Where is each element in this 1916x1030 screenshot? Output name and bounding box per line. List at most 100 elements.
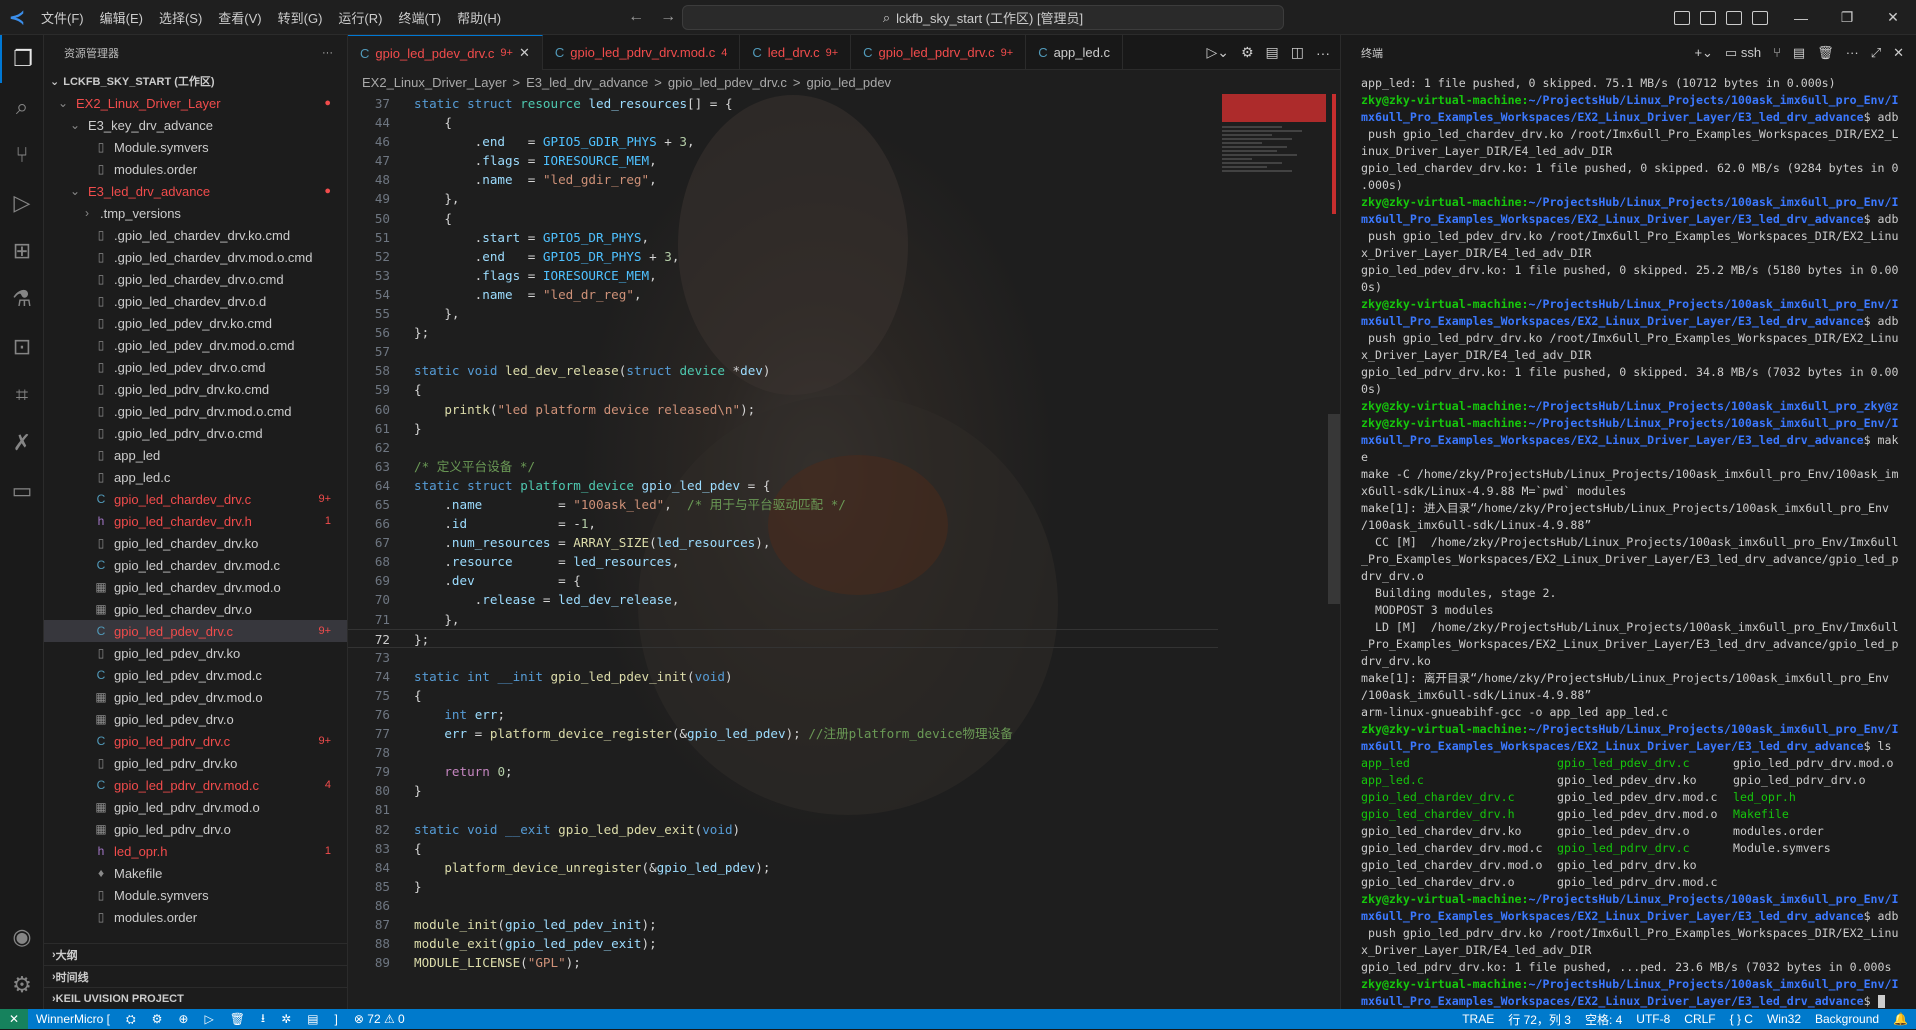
manage-gear-icon[interactable]: ⚙ (0, 961, 44, 1009)
tree-file[interactable]: ▦ gpio_led_chardev_drv.mod.o (44, 576, 347, 598)
clipboard-icon[interactable]: ▤ (307, 1012, 318, 1026)
menu-item[interactable]: 转到(G) (271, 4, 330, 31)
minimap[interactable] (1222, 94, 1326, 344)
editor-tab[interactable]: Cgpio_led_pdrv_drv.mod.c 4 (543, 35, 741, 70)
tree-file[interactable]: Cgpio_led_chardev_drv.mod.c (44, 554, 347, 576)
tree-file[interactable]: ▯ .gpio_led_pdev_drv.o.cmd (44, 356, 347, 378)
more-actions-icon[interactable]: ··· (322, 47, 333, 59)
tree-folder[interactable]: ⌄ EX2_Linux_Driver_Layer ● (44, 92, 347, 114)
account-icon[interactable]: ◉ (0, 913, 44, 961)
tree-folder[interactable]: ⌄ E3_led_drv_advance ● (44, 180, 347, 202)
build-icon[interactable]: ⛭ (126, 1012, 136, 1027)
breadcrumb-item[interactable]: gpio_led_pdev_drv.c (668, 75, 787, 90)
close-icon[interactable]: ✕ (1870, 9, 1916, 26)
tree-file[interactable]: ▯ Module.symvers (44, 136, 347, 158)
download-icon[interactable]: ⭳ (261, 1009, 265, 1030)
trash-icon[interactable]: 🗑 (1817, 45, 1834, 61)
tree-file[interactable]: ▦ gpio_led_pdev_drv.o (44, 708, 347, 730)
breadcrumb-item[interactable]: EX2_Linux_Driver_Layer (362, 75, 507, 90)
settings-gear-icon[interactable]: ⚙ (152, 1012, 163, 1026)
status-item[interactable]: UTF-8 (1636, 1012, 1670, 1026)
extensions-icon[interactable]: ⊞ (0, 227, 44, 275)
tree-file[interactable]: ▯ gpio_led_pdev_drv.ko (44, 642, 347, 664)
tree-folder[interactable]: ⌄ E3_key_drv_advance (44, 114, 347, 136)
menu-item[interactable]: 查看(V) (211, 4, 268, 31)
tree-file[interactable]: ▦ gpio_led_pdrv_drv.mod.o (44, 796, 347, 818)
toggle-sidebar-icon[interactable] (1700, 10, 1716, 25)
toggle-panel-icon[interactable] (1726, 10, 1742, 25)
tree-file[interactable]: ▯ modules.order (44, 158, 347, 180)
maximize-panel-icon[interactable]: ⤢ (1871, 45, 1881, 61)
editor-tab[interactable]: Cled_drv.c 9+ (740, 35, 852, 70)
chip-icon[interactable]: ⌗ (0, 371, 44, 419)
menu-item[interactable]: 编辑(E) (93, 4, 150, 31)
tree-file[interactable]: h gpio_led_chardev_drv.h 1 (44, 510, 347, 532)
tree-file[interactable]: Cgpio_led_pdev_drv.mod.c (44, 664, 347, 686)
globe-icon[interactable]: ⊕ (178, 1012, 188, 1026)
tree-file[interactable]: ▯ .gpio_led_chardev_drv.o.cmd (44, 268, 347, 290)
split-terminal-icon[interactable]: ⑂ (1773, 45, 1781, 61)
editor-tab[interactable]: Capp_led.c (1026, 35, 1123, 70)
run-debug-icon[interactable]: ▷ (0, 179, 44, 227)
status-item[interactable]: Background (1815, 1012, 1879, 1026)
sidebar-section-1[interactable]: › 时间线 (44, 965, 347, 987)
tree-file[interactable]: ▦ gpio_led_chardev_drv.o (44, 598, 347, 620)
test-icon[interactable]: ⚗ (0, 275, 44, 323)
tree-file[interactable]: Cgpio_led_pdev_drv.c 9+ (44, 620, 347, 642)
tree-file[interactable]: ▯ .gpio_led_pdrv_drv.o.cmd (44, 422, 347, 444)
tree-file[interactable]: h led_opr.h 1 (44, 840, 347, 862)
platformio-icon[interactable]: ✗ (0, 419, 44, 467)
explorer-icon[interactable]: ❐ (0, 35, 44, 83)
close-tab-icon[interactable]: ✕ (519, 45, 530, 61)
remote-explorer-icon[interactable]: ⊡ (0, 323, 44, 371)
status-workspace[interactable]: WinnerMicro [ (36, 1012, 110, 1026)
status-item[interactable]: 行 72，列 3 (1508, 1011, 1571, 1028)
status-item[interactable]: CRLF (1684, 1012, 1715, 1026)
tree-file[interactable]: ▯ .gpio_led_chardev_drv.mod.o.cmd (44, 246, 347, 268)
terminal-layout-icon[interactable]: ▤ (1793, 45, 1805, 61)
run-icon[interactable]: ▷ (204, 1012, 213, 1026)
notifications-bell-icon[interactable]: 🔔 (1893, 1012, 1908, 1026)
status-item[interactable]: TRAE (1462, 1012, 1494, 1026)
menu-item[interactable]: 帮助(H) (450, 4, 508, 31)
tree-file[interactable]: ▯ .gpio_led_chardev_drv.o.d (44, 290, 347, 312)
tree-folder[interactable]: › .tmp_versions (44, 202, 347, 224)
sidebar-section-0[interactable]: › 大纲 (44, 943, 347, 965)
open-preview-icon[interactable]: ▤ (1266, 44, 1279, 61)
tree-file[interactable]: ▯ modules.order (44, 906, 347, 928)
minimize-icon[interactable]: — (1778, 10, 1824, 26)
restore-icon[interactable]: ❐ (1824, 9, 1870, 26)
terminal-output[interactable]: app_led: 1 file pushed, 0 skipped. 75.1 … (1361, 75, 1907, 1009)
menu-item[interactable]: 终端(T) (391, 4, 448, 31)
menu-item[interactable]: 选择(S) (152, 4, 209, 31)
tree-file[interactable]: ▯ app_led.c (44, 466, 347, 488)
tree-file[interactable]: ▯ .gpio_led_chardev_drv.ko.cmd (44, 224, 347, 246)
layout-customize-icon[interactable] (1674, 10, 1690, 25)
tree-file[interactable]: ▦ gpio_led_pdrv_drv.o (44, 818, 347, 840)
tree-file[interactable]: ▯ gpio_led_pdrv_drv.ko (44, 752, 347, 774)
settings-gear-icon[interactable]: ⚙ (1241, 44, 1254, 61)
tree-file[interactable]: Cgpio_led_chardev_drv.c 9+ (44, 488, 347, 510)
back-arrow-icon[interactable]: ← (628, 8, 644, 26)
close-panel-icon[interactable]: ✕ (1893, 45, 1904, 61)
scrollbar-thumb[interactable] (1328, 414, 1340, 604)
menu-item[interactable]: 文件(F) (34, 4, 91, 31)
search-icon[interactable]: ⌕ (0, 83, 44, 131)
more-actions-icon[interactable]: ··· (1846, 45, 1859, 61)
tree-file[interactable]: ▯ .gpio_led_pdrv_drv.mod.o.cmd (44, 400, 347, 422)
tree-file[interactable]: ▯ app_led (44, 444, 347, 466)
new-terminal-icon[interactable]: +⌄ (1694, 45, 1712, 61)
terminal-shell-ssh[interactable]: ▭ ssh (1725, 45, 1761, 61)
status-problems[interactable]: ⊗ 72 ⚠ 0 (354, 1012, 405, 1026)
sidebar-section-2[interactable]: › KEIL UVISION PROJECT (44, 987, 347, 1009)
menu-item[interactable]: 运行(R) (331, 4, 389, 31)
editor-tab[interactable]: Cgpio_led_pdev_drv.c 9+ ✕ (348, 35, 543, 70)
code-editor[interactable]: 37 static struct resource led_resources[]… (348, 94, 1218, 972)
workspace-root[interactable]: ⌄ LCKFB_SKY_START (工作区) (44, 70, 347, 92)
more-actions-icon[interactable]: ··· (1316, 45, 1330, 61)
tree-file[interactable]: ▯ .gpio_led_pdev_drv.mod.o.cmd (44, 334, 347, 356)
tree-file[interactable]: Cgpio_led_pdrv_drv.c 9+ (44, 730, 347, 752)
source-control-icon[interactable]: ⑂ (0, 131, 44, 179)
toggle-secondary-sidebar-icon[interactable] (1752, 10, 1768, 25)
run-code-icon[interactable]: ▷⌄ (1206, 44, 1229, 61)
